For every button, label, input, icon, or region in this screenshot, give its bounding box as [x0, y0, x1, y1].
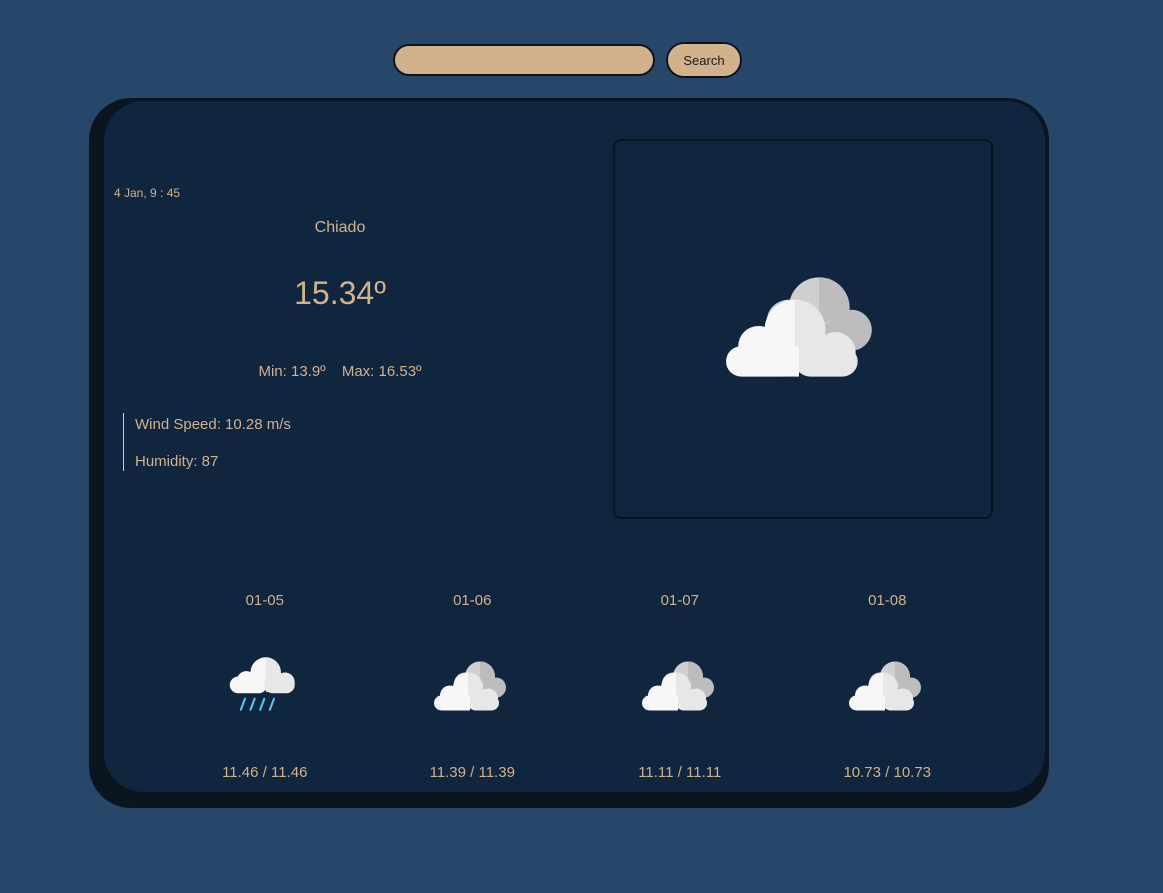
- forecast-date: 01-07: [660, 592, 699, 609]
- search-bar: Search: [393, 42, 742, 78]
- forecast-temps: 10.73 / 10.73: [843, 764, 932, 781]
- forecast-date: 01-08: [868, 592, 907, 609]
- rain-cloud-icon: [227, 649, 303, 725]
- current-datetime: 4 Jan, 9 : 45: [114, 186, 181, 200]
- partly-cloudy-icon: [847, 659, 927, 715]
- partly-cloudy-icon: [432, 659, 512, 715]
- forecast-day: 01-06 11.39 / 11.39: [369, 589, 577, 781]
- partly-cloudy-icon: [722, 273, 884, 385]
- forecast-day: 01-05 11.46 / 11.46: [161, 589, 369, 781]
- forecast-day: 01-07 11.11 / 11.11: [576, 589, 784, 781]
- humidity: Humidity: 87: [135, 453, 219, 470]
- forecast-temps: 11.46 / 11.46: [222, 764, 308, 781]
- min-max-temperature: Min: 13.9º Max: 16.53º: [104, 363, 576, 380]
- weather-details: Wind Speed: 10.28 m/s Humidity: 87: [123, 413, 291, 471]
- forecast-temps: 11.39 / 11.39: [429, 764, 515, 781]
- current-temperature: 15.34º: [294, 275, 386, 311]
- weather-card: 4 Jan, 9 : 45 Chiado 15.34º Min: 13.9º M…: [104, 100, 1046, 793]
- min-temperature: Min: 13.9º: [258, 363, 326, 380]
- city-name: Chiado: [314, 219, 366, 236]
- forecast-row: 01-05 11.46 / 11.46 01-06 11.39 / 11.39 …: [161, 589, 991, 781]
- partly-cloudy-icon: [640, 659, 720, 715]
- forecast-date: 01-06: [453, 592, 492, 609]
- max-temperature: Max: 16.53º: [341, 363, 422, 380]
- current-weather-icon-box: [613, 139, 993, 519]
- search-button[interactable]: Search: [666, 42, 742, 78]
- search-input[interactable]: [393, 44, 655, 76]
- forecast-temps: 11.11 / 11.11: [638, 764, 722, 781]
- forecast-date: 01-05: [245, 592, 284, 609]
- forecast-day: 01-08 10.73 / 10.73: [784, 589, 992, 781]
- wind-speed: Wind Speed: 10.28 m/s: [135, 416, 291, 433]
